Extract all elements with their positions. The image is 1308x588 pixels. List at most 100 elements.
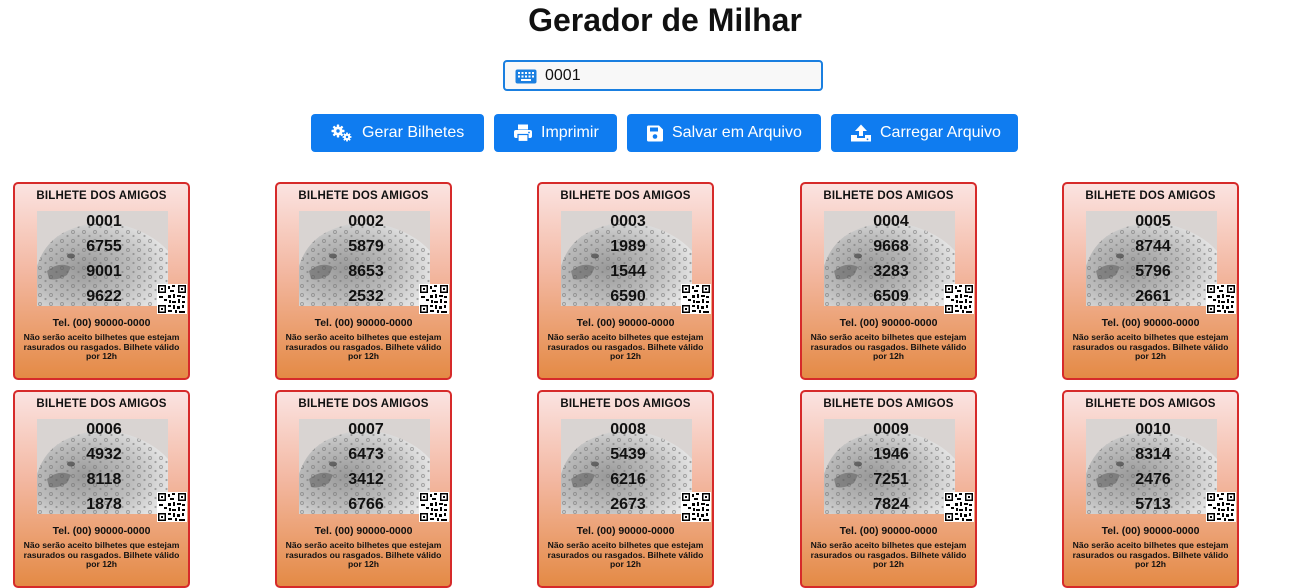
ticket-number: 6766 bbox=[348, 496, 384, 513]
ticket-card: BILHETE DOS AMIGOS 0003 1989 1544 6590 Tel. (… bbox=[537, 182, 714, 380]
qr-code-icon bbox=[681, 492, 711, 522]
ticket-number: 3283 bbox=[873, 263, 909, 280]
ticket-number: 6590 bbox=[610, 288, 646, 305]
qr-code-icon bbox=[157, 284, 187, 314]
ticket-phone: Tel. (00) 90000-0000 bbox=[839, 317, 938, 329]
ticket-number: 1878 bbox=[86, 496, 122, 513]
ticket-card: BILHETE DOS AMIGOS 0009 1946 7251 7824 Tel. (… bbox=[800, 390, 977, 588]
ticket-card: BILHETE DOS AMIGOS 0007 6473 3412 6766 Tel. (… bbox=[275, 390, 452, 588]
ticket-card: BILHETE DOS AMIGOS 0002 5879 8653 2532 Tel. (… bbox=[275, 182, 452, 380]
print-label: Imprimir bbox=[541, 124, 599, 141]
qr-code-icon bbox=[157, 492, 187, 522]
ticket-note: Não serão aceito bilhetes que estejam ra… bbox=[1072, 332, 1229, 361]
ticket-number: 9001 bbox=[86, 263, 122, 280]
ticket-card: BILHETE DOS AMIGOS 0004 9668 3283 6509 Tel. (… bbox=[800, 182, 977, 380]
qr-code-icon bbox=[1206, 492, 1236, 522]
ticket-note: Não serão aceito bilhetes que estejam ra… bbox=[1072, 540, 1229, 569]
generate-tickets-button[interactable]: Gerar Bilhetes bbox=[311, 114, 484, 152]
ticket-header: BILHETE DOS AMIGOS bbox=[36, 190, 167, 202]
ticket-number: 0009 bbox=[873, 421, 909, 438]
ticket-number: 0004 bbox=[873, 213, 909, 230]
ticket-number: 2476 bbox=[1135, 471, 1171, 488]
ticket-number: 6473 bbox=[348, 446, 384, 463]
qr-code-icon bbox=[944, 492, 974, 522]
qr-code-icon bbox=[1206, 284, 1236, 314]
ticket-number: 7251 bbox=[873, 471, 909, 488]
ticket-number: 8314 bbox=[1135, 446, 1171, 463]
ticket-number: 5713 bbox=[1135, 496, 1171, 513]
ticket-number: 1544 bbox=[610, 263, 646, 280]
ticket-number: 1989 bbox=[610, 238, 646, 255]
ticket-header: BILHETE DOS AMIGOS bbox=[298, 398, 429, 410]
qr-code-icon bbox=[419, 492, 449, 522]
ticket-note: Não serão aceito bilhetes que estejam ra… bbox=[547, 540, 704, 569]
ticket-number: 8118 bbox=[86, 471, 122, 488]
ticket-number: 0002 bbox=[348, 213, 384, 230]
save-file-label: Salvar em Arquivo bbox=[672, 124, 802, 141]
ticket-number: 5879 bbox=[348, 238, 384, 255]
ticket-phone: Tel. (00) 90000-0000 bbox=[314, 525, 413, 537]
ticket-note: Não serão aceito bilhetes que estejam ra… bbox=[285, 332, 442, 361]
ticket-number: 0008 bbox=[610, 421, 646, 438]
gears-icon bbox=[331, 124, 352, 142]
ticket-number: 2661 bbox=[1135, 288, 1171, 305]
ticket-number: 9668 bbox=[873, 238, 909, 255]
ticket-header: BILHETE DOS AMIGOS bbox=[823, 398, 954, 410]
ticket-number: 5796 bbox=[1135, 263, 1171, 280]
ticket-number: 8744 bbox=[1135, 238, 1171, 255]
save-file-button[interactable]: Salvar em Arquivo bbox=[627, 114, 821, 152]
ticket-phone: Tel. (00) 90000-0000 bbox=[1101, 317, 1200, 329]
generate-tickets-label: Gerar Bilhetes bbox=[362, 124, 465, 141]
ticket-number: 6509 bbox=[873, 288, 909, 305]
ticket-note: Não serão aceito bilhetes que estejam ra… bbox=[23, 540, 180, 569]
ticket-phone: Tel. (00) 90000-0000 bbox=[576, 525, 675, 537]
ticket-number: 0006 bbox=[86, 421, 122, 438]
ticket-phone: Tel. (00) 90000-0000 bbox=[314, 317, 413, 329]
ticket-header: BILHETE DOS AMIGOS bbox=[560, 398, 691, 410]
ticket-header: BILHETE DOS AMIGOS bbox=[1085, 190, 1216, 202]
ticket-phone: Tel. (00) 90000-0000 bbox=[839, 525, 938, 537]
qr-code-icon bbox=[944, 284, 974, 314]
milhar-input-wrapper[interactable] bbox=[503, 60, 823, 91]
ticket-note: Não serão aceito bilhetes que estejam ra… bbox=[285, 540, 442, 569]
ticket-number: 0003 bbox=[610, 213, 646, 230]
ticket-header: BILHETE DOS AMIGOS bbox=[560, 190, 691, 202]
milhar-input[interactable] bbox=[545, 65, 815, 87]
ticket-number: 0010 bbox=[1135, 421, 1171, 438]
ticket-card: BILHETE DOS AMIGOS 0006 4932 8118 1878 Tel. (… bbox=[13, 390, 190, 588]
qr-code-icon bbox=[419, 284, 449, 314]
ticket-number: 5439 bbox=[610, 446, 646, 463]
ticket-phone: Tel. (00) 90000-0000 bbox=[52, 317, 151, 329]
ticket-number: 6755 bbox=[86, 238, 122, 255]
ticket-number: 3412 bbox=[348, 471, 384, 488]
qr-code-icon bbox=[681, 284, 711, 314]
ticket-number: 0007 bbox=[348, 421, 384, 438]
ticket-number: 7824 bbox=[873, 496, 909, 513]
page-title: Gerador de Milhar bbox=[528, 2, 802, 38]
ticket-note: Não serão aceito bilhetes que estejam ra… bbox=[23, 332, 180, 361]
printer-icon bbox=[514, 124, 532, 142]
ticket-phone: Tel. (00) 90000-0000 bbox=[52, 525, 151, 537]
ticket-number: 2673 bbox=[610, 496, 646, 513]
ticket-note: Não serão aceito bilhetes que estejam ra… bbox=[810, 540, 967, 569]
ticket-number: 9622 bbox=[86, 288, 122, 305]
print-button[interactable]: Imprimir bbox=[494, 114, 617, 152]
ticket-number: 0005 bbox=[1135, 213, 1171, 230]
ticket-phone: Tel. (00) 90000-0000 bbox=[1101, 525, 1200, 537]
ticket-header: BILHETE DOS AMIGOS bbox=[1085, 398, 1216, 410]
ticket-number: 6216 bbox=[610, 471, 646, 488]
ticket-number: 1946 bbox=[873, 446, 909, 463]
keyboard-icon bbox=[515, 69, 537, 84]
ticket-note: Não serão aceito bilhetes que estejam ra… bbox=[547, 332, 704, 361]
ticket-card: BILHETE DOS AMIGOS 0010 8314 2476 5713 Tel. (… bbox=[1062, 390, 1239, 588]
ticket-card: BILHETE DOS AMIGOS 0001 6755 9001 9622 Tel. (… bbox=[13, 182, 190, 380]
ticket-number: 2532 bbox=[348, 288, 384, 305]
ticket-header: BILHETE DOS AMIGOS bbox=[823, 190, 954, 202]
upload-icon bbox=[851, 124, 871, 142]
ticket-card: BILHETE DOS AMIGOS 0008 5439 6216 2673 Tel. (… bbox=[537, 390, 714, 588]
ticket-card: BILHETE DOS AMIGOS 0005 8744 5796 2661 Tel. (… bbox=[1062, 182, 1239, 380]
ticket-note: Não serão aceito bilhetes que estejam ra… bbox=[810, 332, 967, 361]
load-file-button[interactable]: Carregar Arquivo bbox=[831, 114, 1018, 152]
save-icon bbox=[647, 125, 663, 141]
ticket-number: 8653 bbox=[348, 263, 384, 280]
